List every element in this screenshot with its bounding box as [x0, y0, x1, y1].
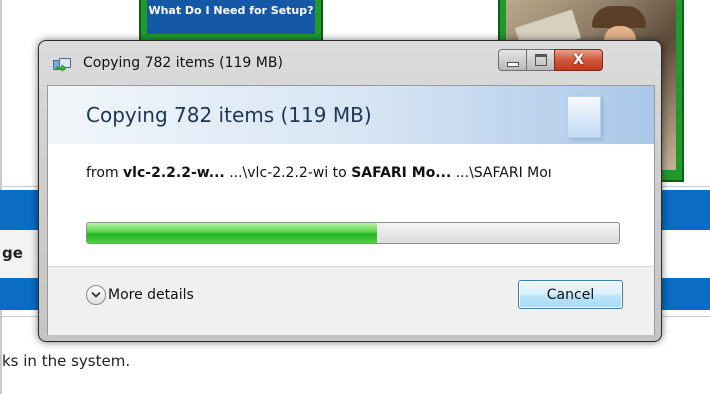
cancel-button[interactable]: Cancel	[518, 280, 623, 309]
destination-folder-link[interactable]: SAFARI Mo...	[351, 165, 451, 181]
source-folder-link[interactable]: vlc-2.2.2-w...	[123, 165, 225, 181]
copy-progress-bar	[86, 222, 620, 244]
document-icon	[567, 96, 601, 138]
window-title: Copying 782 items (119 MB)	[83, 55, 283, 71]
row-label-text: ge	[2, 244, 23, 262]
to-word: to	[332, 165, 347, 181]
title-bar[interactable]: Copying 782 items (119 MB) X	[39, 41, 661, 81]
copy-files-icon	[53, 57, 71, 72]
dialog-content: Copying 782 items (119 MB) from vlc-2.2.…	[47, 85, 655, 335]
maximize-icon	[534, 54, 547, 66]
dialog-footer: More details Cancel	[48, 266, 654, 335]
dialog-heading: Copying 782 items (119 MB)	[86, 103, 372, 127]
source-path: ...\vlc-2.2.2-wi	[229, 165, 329, 181]
copy-dialog-window: Copying 782 items (119 MB) X Copying 782…	[38, 40, 662, 342]
photo-hat	[592, 6, 646, 28]
minimize-button[interactable]	[498, 49, 527, 71]
close-icon: X	[573, 52, 584, 68]
from-prefix: from	[86, 165, 119, 181]
destination-path: ...\SAFARI Moı	[455, 165, 552, 181]
close-button[interactable]: X	[554, 49, 603, 71]
maximize-button[interactable]	[526, 49, 555, 71]
header-band: Copying 782 items (119 MB)	[48, 86, 654, 144]
video-thumbnail-setup[interactable]: What Do I Need for Setup?	[139, 0, 323, 42]
copy-source-destination: from vlc-2.2.2-w... ...\vlc-2.2.2-wi to …	[86, 165, 620, 181]
progress-fill	[87, 223, 377, 243]
page-status-text: ks in the system.	[2, 352, 131, 370]
thumbnail-caption: What Do I Need for Setup?	[147, 0, 315, 34]
chevron-down-icon	[86, 285, 106, 305]
more-details-label: More details	[108, 287, 194, 303]
minimize-icon	[506, 61, 519, 67]
more-details-toggle[interactable]: More details	[86, 285, 194, 305]
